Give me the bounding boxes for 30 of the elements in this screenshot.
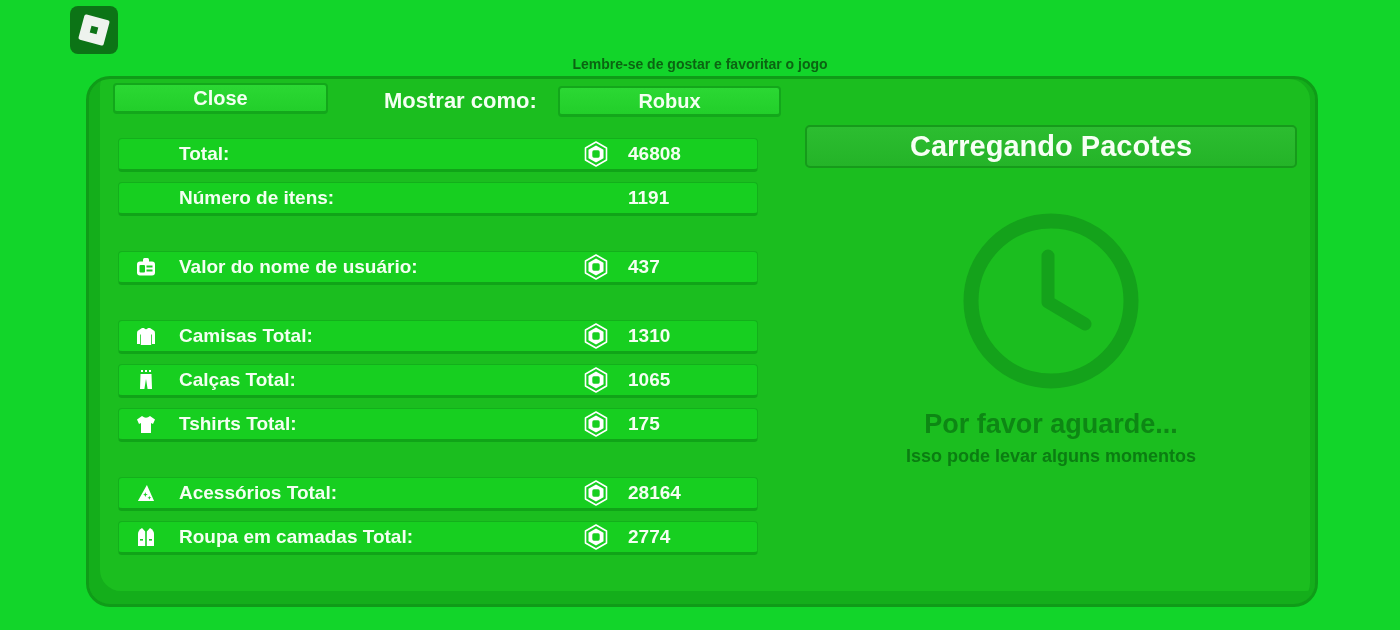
stat-value: 46808 — [628, 143, 681, 165]
logo-icon[interactable] — [70, 6, 118, 54]
loading-detail: Isso pode levar alguns momentos — [905, 445, 1197, 467]
stat-label: Acessórios Total: — [179, 482, 339, 504]
t-shirt-icon — [136, 414, 156, 434]
stat-label: Número de itens: — [179, 187, 336, 209]
section-header: Carregando Pacotes — [805, 125, 1297, 168]
clock-icon — [963, 213, 1139, 389]
stat-label: Tshirts Total: — [179, 413, 298, 435]
vest-icon — [136, 527, 156, 547]
pants-icon — [139, 370, 153, 390]
stat-value: 175 — [628, 413, 660, 435]
stat-value: 1310 — [628, 325, 671, 347]
stat-value: 1191 — [628, 187, 670, 209]
stat-value: 437 — [628, 256, 660, 278]
stat-value: 1065 — [628, 369, 671, 391]
close-button[interactable]: Close — [113, 83, 328, 114]
stat-label: Roupa em camadas Total: — [179, 526, 415, 548]
id-card-icon — [136, 258, 156, 276]
stat-label: Calças Total: — [179, 369, 297, 391]
long-sleeve-shirt-icon — [136, 326, 156, 346]
hint-text: Lembre-se de gostar e favoritar o jogo — [572, 56, 828, 73]
display-mode-button[interactable]: Robux — [558, 86, 781, 117]
stat-label: Total: — [179, 143, 231, 165]
stat-label: Valor do nome de usuário: — [179, 256, 419, 278]
stat-value: 2774 — [628, 526, 671, 548]
stat-value: 28164 — [628, 482, 681, 504]
stat-label: Camisas Total: — [179, 325, 314, 347]
hat-icon — [137, 484, 155, 502]
display-label: Mostrar como: — [384, 87, 537, 115]
